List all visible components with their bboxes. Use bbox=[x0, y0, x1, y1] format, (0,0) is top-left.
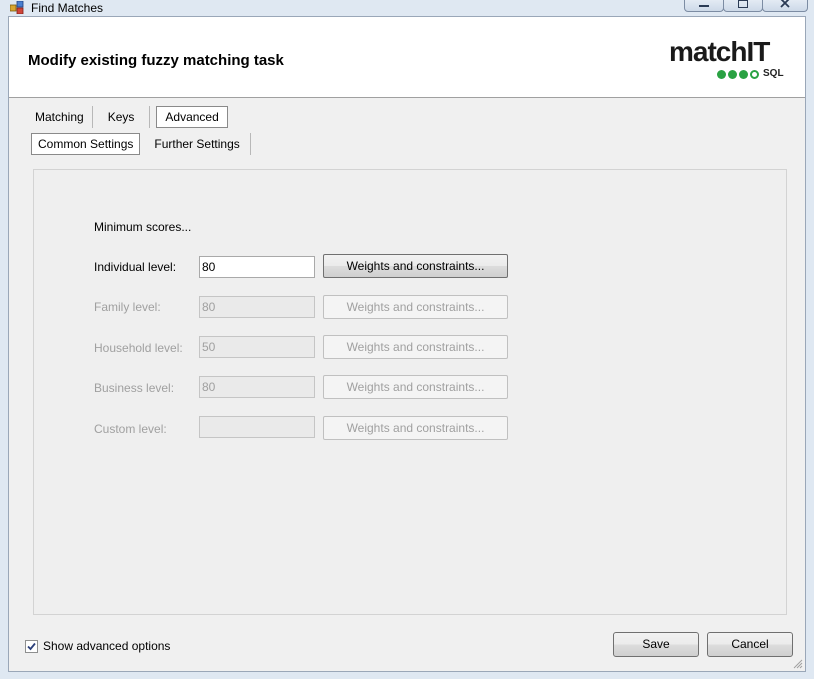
save-button[interactable]: Save bbox=[613, 632, 699, 657]
household-level-input[interactable] bbox=[199, 336, 315, 358]
tab-common-settings[interactable]: Common Settings bbox=[31, 133, 141, 155]
business-level-label: Business level: bbox=[94, 381, 175, 395]
page-title: Modify existing fuzzy matching task bbox=[28, 52, 284, 69]
matchit-logo: matchIT SQL bbox=[669, 37, 791, 83]
common-settings-panel: Minimum scores... Individual level: Weig… bbox=[33, 169, 787, 615]
window-title: Find Matches bbox=[31, 1, 104, 15]
maximize-button[interactable] bbox=[723, 0, 763, 12]
show-advanced-checkbox[interactable] bbox=[25, 640, 38, 653]
family-weights-button[interactable]: Weights and constraints... bbox=[323, 295, 508, 319]
show-advanced-label[interactable]: Show advanced options bbox=[43, 639, 170, 653]
logo-dot bbox=[739, 70, 748, 79]
business-level-input[interactable] bbox=[199, 376, 315, 398]
tab-further-settings[interactable]: Further Settings bbox=[144, 133, 251, 155]
app-icon bbox=[10, 1, 24, 14]
custom-level-label: Custom level: bbox=[94, 422, 167, 436]
tab-matching[interactable]: Matching bbox=[27, 106, 93, 128]
find-matches-window: Find Matches Modify existing fuzzy match… bbox=[0, 0, 814, 679]
sub-tabs: Common Settings Further Settings bbox=[31, 133, 251, 155]
household-weights-button[interactable]: Weights and constraints... bbox=[323, 335, 508, 359]
logo-dots bbox=[717, 70, 759, 79]
main-tabs: Matching Keys Advanced bbox=[27, 106, 228, 128]
minimize-button[interactable] bbox=[684, 0, 724, 12]
maximize-icon bbox=[738, 0, 748, 8]
dialog-body: Modify existing fuzzy matching task matc… bbox=[8, 16, 806, 672]
cancel-button[interactable]: Cancel bbox=[707, 632, 793, 657]
title-bar[interactable]: Find Matches bbox=[0, 0, 814, 16]
checkmark-icon bbox=[27, 642, 36, 651]
business-weights-button[interactable]: Weights and constraints... bbox=[323, 375, 508, 399]
individual-weights-button[interactable]: Weights and constraints... bbox=[323, 254, 508, 278]
minimum-scores-label: Minimum scores... bbox=[94, 220, 192, 234]
logo-dot bbox=[750, 70, 759, 79]
window-controls bbox=[684, 0, 808, 12]
tab-advanced[interactable]: Advanced bbox=[156, 106, 228, 128]
close-button[interactable] bbox=[762, 0, 808, 12]
logo-dot bbox=[717, 70, 726, 79]
close-icon bbox=[780, 0, 790, 8]
tab-keys[interactable]: Keys bbox=[93, 106, 151, 128]
logo-sql-text: SQL bbox=[763, 68, 784, 79]
family-level-input[interactable] bbox=[199, 296, 315, 318]
header-banner: Modify existing fuzzy matching task matc… bbox=[9, 17, 805, 98]
household-level-label: Household level: bbox=[94, 341, 183, 355]
individual-level-input[interactable] bbox=[199, 256, 315, 278]
logo-wordmark: matchIT bbox=[669, 36, 770, 67]
custom-level-input[interactable] bbox=[199, 416, 315, 438]
minimize-icon bbox=[699, 5, 709, 7]
custom-weights-button[interactable]: Weights and constraints... bbox=[323, 416, 508, 440]
individual-level-label: Individual level: bbox=[94, 260, 177, 274]
logo-dot bbox=[728, 70, 737, 79]
resize-grip-icon[interactable] bbox=[793, 659, 803, 669]
family-level-label: Family level: bbox=[94, 300, 161, 314]
